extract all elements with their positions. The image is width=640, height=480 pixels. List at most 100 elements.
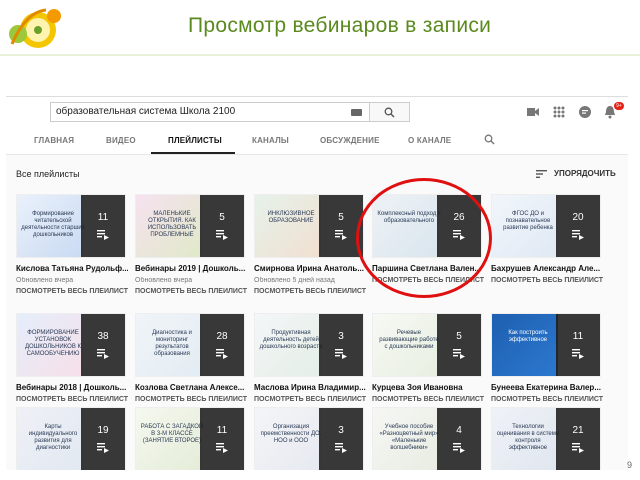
view-full-playlist-link[interactable]: ПОСМОТРЕТЬ ВЕСЬ ПЛЕЙЛИСТ	[135, 288, 247, 295]
tab-discussion[interactable]: ОБСУЖДЕНИЕ	[320, 136, 380, 145]
view-full-playlist-link[interactable]: ПОСМОТРЕТЬ ВЕСЬ ПЛЕЙЛИСТ	[254, 396, 366, 403]
playlist-updated: Обновлено вчера	[16, 277, 74, 284]
playlist-count-overlay: 21	[556, 408, 600, 470]
view-full-playlist-link[interactable]: ПОСМОТРЕТЬ ВЕСЬ ПЛЕЙЛИСТ	[491, 277, 603, 284]
playlist-thumbnail[interactable]: ФОРМИРОВАНИЕ УСТАНОВОК ДОШКОЛЬНИКОВ К СА…	[16, 313, 126, 377]
sort-icon	[536, 170, 547, 178]
playlist-count-overlay: 5	[200, 195, 244, 257]
playlist-title[interactable]: Козлова Светлана Алексе...	[135, 383, 247, 392]
view-full-playlist-link[interactable]: ПОСМОТРЕТЬ ВЕСЬ ПЛЕЙЛИСТ	[491, 396, 603, 403]
playlist-thumbnail[interactable]: Продуктивная деятельность детей дошкольн…	[254, 313, 364, 377]
playlist-thumbnail[interactable]: Организация преемственности ДО, НОО и ОО…	[254, 407, 364, 470]
thumbnail-caption: Как построить эффективное	[508, 330, 548, 343]
playlist-thumbnail[interactable]: Учебное пособие «Разноцветный мир» «Мале…	[372, 407, 482, 470]
sort-label: УПОРЯДОЧИТЬ	[554, 169, 616, 178]
playlist-title[interactable]: Кислова Татьяна Рудольф...	[16, 264, 128, 273]
playlist-icon	[572, 349, 584, 359]
playlist-title[interactable]: Бунеева Екатерина Валер...	[491, 383, 603, 392]
thumbnail-caption: Организация преемственности ДО, НОО и ОО…	[260, 424, 322, 444]
playlist-title[interactable]: Вебинары 2018 | Дошколь...	[16, 383, 128, 392]
keyboard-icon[interactable]	[351, 109, 362, 116]
playlist-thumbnail[interactable]: РАБОТА С ЗАГАДКОЙ В 3-М КЛАССЕ (ЗАНЯТИЕ …	[135, 407, 245, 470]
video-count: 5	[456, 331, 462, 342]
kindergarten-logo	[9, 8, 61, 48]
view-full-playlist-link[interactable]: ПОСМОТРЕТЬ ВЕСЬ ПЛЕЙЛИСТ	[16, 288, 128, 295]
view-full-playlist-link[interactable]: ПОСМОТРЕТЬ ВЕСЬ ПЛЕЙЛИСТ	[135, 396, 247, 403]
video-count: 11	[572, 331, 584, 342]
search-button[interactable]	[370, 102, 410, 122]
playlist-count-overlay: 3	[319, 408, 363, 470]
playlist-thumbnail[interactable]: Диагностика и мониторинг результатов обр…	[135, 313, 245, 377]
playlist-title[interactable]: Бахрушев Александр Але...	[491, 264, 603, 273]
playlist-count-overlay: 11	[81, 195, 125, 257]
playlist-count-overlay: 11	[556, 314, 600, 376]
apps-grid-icon[interactable]	[552, 105, 566, 119]
view-full-playlist-link[interactable]: ПОСМОТРЕТЬ ВЕСЬ ПЛЕЙЛИСТ	[16, 396, 128, 403]
playlist-thumbnail[interactable]: Карты индивидуального развития для диагн…	[16, 407, 126, 470]
view-full-playlist-link[interactable]: ПОСМОТРЕТЬ ВЕСЬ ПЛЕЙЛИСТ	[254, 288, 366, 295]
playlist-icon	[335, 349, 347, 359]
playlist-icon	[453, 443, 465, 453]
tab-playlists[interactable]: ПЛЕЙЛИСТЫ	[168, 136, 222, 145]
playlist-thumbnail[interactable]: ФГОС ДО и познавательное развитие ребенк…	[491, 194, 601, 258]
playlist-icon	[97, 443, 109, 453]
playlist-icon	[216, 443, 228, 453]
slide-divider	[0, 54, 640, 56]
channel-search-icon[interactable]	[484, 134, 495, 145]
notification-count-badge: 9+	[614, 102, 624, 110]
playlist-icon	[335, 230, 347, 240]
playlist-icon	[97, 230, 109, 240]
thumbnail-image	[492, 314, 558, 376]
playlist-count-overlay: 38	[81, 314, 125, 376]
video-count: 3	[338, 425, 344, 436]
video-count: 20	[572, 212, 584, 223]
thumbnail-caption: Технологии оценивания в системе контроля…	[496, 424, 560, 451]
video-count: 28	[216, 331, 228, 342]
tab-home[interactable]: ГЛАВНАЯ	[34, 136, 74, 145]
playlist-thumbnail[interactable]: Речевые развивающие работе с дошкольника…	[372, 313, 482, 377]
tab-about[interactable]: О КАНАЛЕ	[408, 136, 451, 145]
playlist-thumbnail[interactable]: Формирование читательской деятельности с…	[16, 194, 126, 258]
thumbnail-caption: ФОРМИРОВАНИЕ УСТАНОВОК ДОШКОЛЬНИКОВ К СА…	[24, 330, 82, 357]
thumbnail-caption: МАЛЕНЬКИЕ ОТКРЫТИЯ. КАК ИСПОЛЬЗОВАТЬ ПРО…	[147, 211, 197, 238]
playlist-thumbnail[interactable]: Как построить эффективное 11	[491, 313, 601, 377]
search-input[interactable]: образовательная система Школа 2100	[50, 102, 370, 122]
chat-icon[interactable]	[578, 105, 592, 119]
slide-title: Просмотр вебинаров в записи	[188, 14, 492, 37]
tab-channels[interactable]: КАНАЛЫ	[252, 136, 289, 145]
thumbnail-caption: Формирование читательской деятельности с…	[21, 211, 85, 238]
masthead: образовательная система Школа 2100 9+	[6, 97, 628, 127]
playlist-updated: Обновлено вчера	[135, 277, 193, 284]
playlist-thumbnail[interactable]: ИНКЛЮЗИВНОЕ ОБРАЗОВАНИЕ 5	[254, 194, 364, 258]
playlist-title[interactable]: Маслова Ирина Владимир...	[254, 383, 366, 392]
video-count: 38	[97, 331, 109, 342]
video-count: 4	[456, 425, 462, 436]
thumbnail-caption: Речевые развивающие работе с дошкольника…	[379, 330, 439, 350]
playlist-title[interactable]: Смирнова Ирина Анатоль...	[254, 264, 366, 273]
thumbnail-caption: Учебное пособие «Разноцветный мир» «Мале…	[379, 424, 439, 451]
playlist-icon	[453, 349, 465, 359]
playlist-count-overlay: 19	[81, 408, 125, 470]
highlight-circle	[356, 178, 492, 298]
playlist-title[interactable]: Курцева Зоя Ивановна	[372, 383, 484, 392]
playlist-count-overlay: 28	[200, 314, 244, 376]
thumbnail-image	[255, 195, 321, 257]
video-count: 21	[572, 425, 584, 436]
playlist-count-overlay: 20	[556, 195, 600, 257]
playlist-title[interactable]: Вебинары 2019 | Дошколь...	[135, 264, 247, 273]
video-camera-icon[interactable]	[526, 105, 540, 119]
page-edge-mark: 9	[627, 460, 633, 470]
playlist-thumbnail[interactable]: Технологии оценивания в системе контроля…	[491, 407, 601, 470]
channel-tabs: ГЛАВНАЯ ВИДЕО ПЛЕЙЛИСТЫ КАНАЛЫ ОБСУЖДЕНИ…	[6, 127, 628, 155]
playlist-thumbnail[interactable]: МАЛЕНЬКИЕ ОТКРЫТИЯ. КАК ИСПОЛЬЗОВАТЬ ПРО…	[135, 194, 245, 258]
playlist-count-overlay: 5	[437, 314, 481, 376]
view-full-playlist-link[interactable]: ПОСМОТРЕТЬ ВЕСЬ ПЛЕЙЛИСТ	[372, 396, 484, 403]
playlist-icon	[97, 349, 109, 359]
search-icon	[384, 107, 395, 118]
tab-videos[interactable]: ВИДЕО	[106, 136, 136, 145]
playlist-icon	[572, 230, 584, 240]
playlist-count-overlay: 3	[319, 314, 363, 376]
thumbnail-caption: Карты индивидуального развития для диагн…	[28, 424, 78, 451]
thumbnail-caption: ФГОС ДО и познавательное развитие ребенк…	[503, 211, 553, 231]
playlist-updated: Обновлено 5 дней назад	[254, 277, 335, 284]
